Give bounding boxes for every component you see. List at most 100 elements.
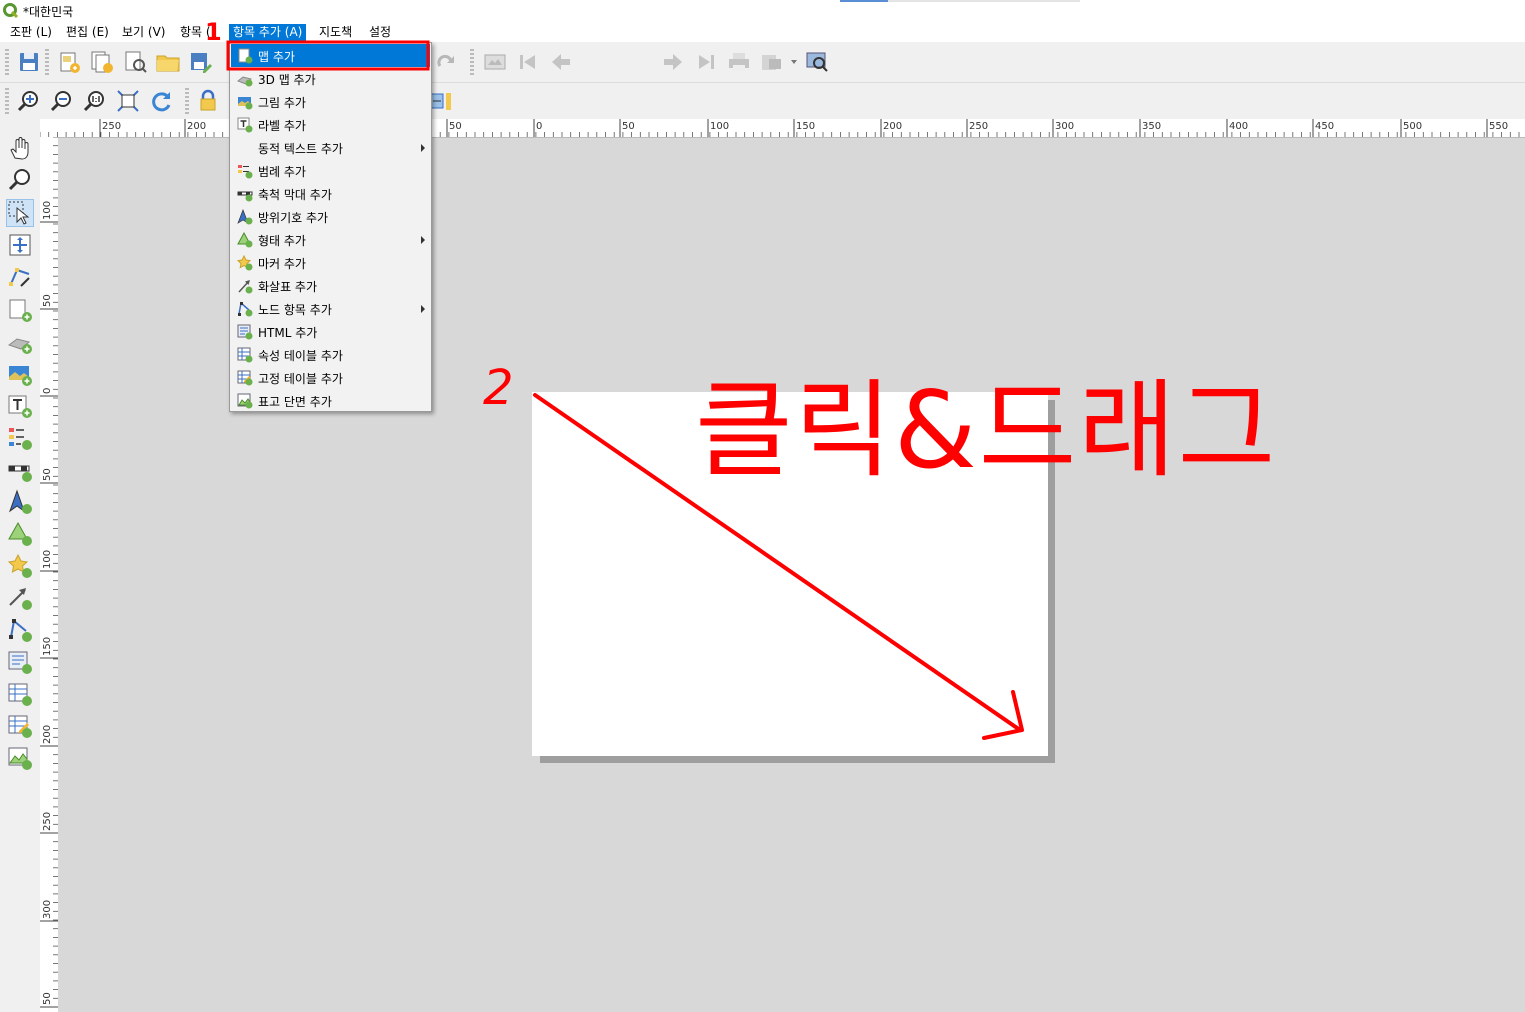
add-label-icon (237, 117, 253, 133)
menu-item-add-shape[interactable]: 형태 추가 (231, 228, 430, 251)
menu-item-label: 범례 추가 (258, 165, 306, 179)
item-tools-toolbar (0, 119, 41, 1012)
toolbar-grip[interactable] (470, 49, 474, 75)
menu-item-label: 노드 항목 추가 (258, 303, 332, 317)
add-html-tool-button[interactable] (7, 649, 33, 675)
ruler-label: 100 (42, 550, 53, 569)
menu-item-add-dynamic-text[interactable]: 동적 텍스트 추가 (231, 136, 430, 159)
last-feature-button[interactable] (693, 49, 719, 75)
refresh-button[interactable] (148, 88, 174, 114)
menu-item-add-north-arrow[interactable]: 방위기호 추가 (231, 205, 430, 228)
menu-view[interactable]: 보기 (V) (118, 24, 169, 41)
new-layout-button[interactable] (56, 49, 82, 75)
menu-item-add-node-item[interactable]: 노드 항목 추가 (231, 297, 430, 320)
toolbar-grip[interactable] (185, 88, 189, 114)
vertical-ruler[interactable]: 100 50 0 50 100 150 200 250 300 50 (40, 137, 59, 1012)
menu-item-add-html[interactable]: HTML 추가 (231, 320, 430, 343)
add-marker-tool-button[interactable] (7, 553, 33, 579)
menu-item-add-fixed-table[interactable]: 고정 테이블 추가 (231, 366, 430, 389)
select-move-tool-button[interactable] (6, 199, 34, 227)
add-html-icon (8, 651, 32, 674)
add-elevation-profile-tool-button[interactable] (7, 745, 33, 771)
menu-item-add-picture[interactable]: 그림 추가 (231, 90, 430, 113)
ruler-label: 150 (42, 637, 53, 656)
click-drag-annotation: 클릭&드래그 (695, 369, 1278, 492)
add-label-icon (8, 395, 32, 418)
zoom-out-button[interactable] (49, 88, 75, 114)
add-scalebar-icon (237, 191, 253, 202)
zoom-tool-button[interactable] (7, 167, 33, 193)
previous-feature-button[interactable] (548, 49, 574, 75)
zoom-in-icon (17, 91, 38, 112)
zoom-full-button[interactable] (115, 88, 141, 114)
zoom-in-button[interactable] (16, 88, 42, 114)
add-picture-icon (9, 366, 32, 386)
title-bar: *대한민국 (0, 0, 1525, 22)
menu-item-add-scalebar[interactable]: 축척 막대 추가 (231, 182, 430, 205)
add-3d-map-tool-button[interactable] (7, 329, 33, 355)
export-atlas-button[interactable] (759, 49, 799, 75)
add-arrow-tool-button[interactable] (7, 585, 33, 611)
menu-item-add-map[interactable]: 맵 추가 (231, 44, 430, 67)
ruler-label: 300 (1055, 121, 1074, 132)
edit-nodes-tool-button[interactable] (7, 264, 33, 290)
add-north-arrow-tool-button[interactable] (7, 489, 33, 515)
add-node-item-tool-button[interactable] (7, 617, 33, 643)
save-template-button[interactable] (188, 49, 214, 75)
toolbar-grip[interactable] (5, 88, 9, 114)
menu-item-add-arrow[interactable]: 화살표 추가 (231, 274, 430, 297)
printer-icon (729, 53, 749, 71)
open-template-button[interactable] (155, 49, 181, 75)
lock-items-button[interactable] (196, 88, 222, 114)
ruler-label: 0 (536, 121, 542, 132)
menu-add-item[interactable]: 항목 추가 (A) (229, 24, 307, 41)
zoom-tool-icon (8, 169, 30, 191)
add-map-icon (9, 299, 32, 322)
distribute-button[interactable] (430, 88, 456, 114)
add-map-tool-button[interactable] (7, 297, 33, 323)
add-scalebar-tool-button[interactable] (7, 457, 33, 483)
layout-manager-button[interactable] (122, 49, 148, 75)
menu-layout[interactable]: 조판 (L) (6, 24, 56, 41)
toolbar-grip[interactable] (5, 49, 9, 75)
edit-nodes-icon (9, 268, 30, 287)
add-legend-tool-button[interactable] (7, 425, 33, 451)
menu-item-add-3d-map[interactable]: 3D 맵 추가 (231, 67, 430, 90)
pan-tool-button[interactable] (7, 136, 33, 162)
menu-item-label: 형태 추가 (258, 234, 306, 248)
add-shape-tool-button[interactable] (7, 521, 33, 547)
menu-item-label: 맵 추가 (258, 50, 295, 64)
add-attribute-table-tool-button[interactable] (7, 681, 33, 707)
menu-item-add-legend[interactable]: 범례 추가 (231, 159, 430, 182)
add-html-icon (237, 324, 253, 340)
menu-item-label: 화살표 추가 (258, 280, 318, 294)
menu-settings[interactable]: 설정 (365, 24, 395, 41)
menu-edit[interactable]: 편집 (E) (62, 24, 113, 41)
menu-item-add-marker[interactable]: 마커 추가 (231, 251, 430, 274)
atlas-preview-button[interactable] (482, 49, 508, 75)
menu-atlas[interactable]: 지도책 (315, 24, 356, 41)
menu-item-add-attribute-table[interactable]: 속성 테이블 추가 (231, 343, 430, 366)
add-picture-tool-button[interactable] (7, 361, 33, 387)
menu-item-label: 그림 추가 (258, 96, 306, 110)
redo-button[interactable] (434, 49, 460, 75)
atlas-settings-icon (806, 52, 828, 72)
menu-item-add-label[interactable]: 라벨 추가 (231, 113, 430, 136)
first-feature-button[interactable] (515, 49, 541, 75)
zoom-actual-button[interactable] (82, 88, 108, 114)
ruler-label: 200 (187, 121, 206, 132)
last-icon (699, 55, 714, 69)
move-content-tool-button[interactable] (7, 232, 33, 258)
step-1-annotation: 1 (205, 18, 222, 46)
add-item-menu: 맵 추가 3D 맵 추가 그림 추가 라벨 추가 동적 텍스트 추가 범례 추가… (229, 42, 432, 412)
toolbar-grip[interactable] (45, 49, 49, 75)
add-label-tool-button[interactable] (7, 393, 33, 419)
print-atlas-button[interactable] (726, 49, 752, 75)
add-fixed-table-tool-button[interactable] (7, 713, 33, 739)
atlas-settings-button[interactable] (804, 49, 830, 75)
menu-item-add-elevation-profile[interactable]: 표고 단면 추가 (231, 389, 430, 412)
save-layout-button[interactable] (16, 49, 42, 75)
next-feature-button[interactable] (660, 49, 686, 75)
menu-item-label: 라벨 추가 (258, 119, 306, 133)
duplicate-layout-button[interactable] (89, 49, 115, 75)
